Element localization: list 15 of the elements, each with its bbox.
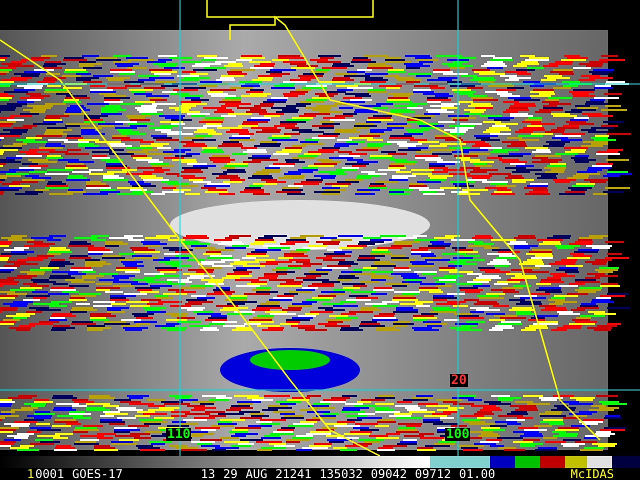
status-field: 09042 (370, 468, 407, 480)
status-field: 09712 (414, 468, 452, 480)
frame-number: 1 (27, 468, 34, 480)
longitude-label: 110 (166, 428, 192, 441)
latitude-label: 20 (450, 374, 468, 387)
status-field: 135032 (319, 468, 363, 480)
status-field: 0001 (35, 468, 64, 480)
status-field: 01.00 (459, 468, 496, 480)
brand-label: McIDAS (570, 468, 614, 480)
status-field: 21241 (275, 468, 312, 480)
longitude-label: 100 (445, 428, 470, 441)
status-field: AUG (246, 468, 268, 480)
status-field: 29 (223, 468, 238, 480)
status-field: 13 (200, 468, 216, 480)
status-field: GOES-17 (72, 468, 123, 480)
